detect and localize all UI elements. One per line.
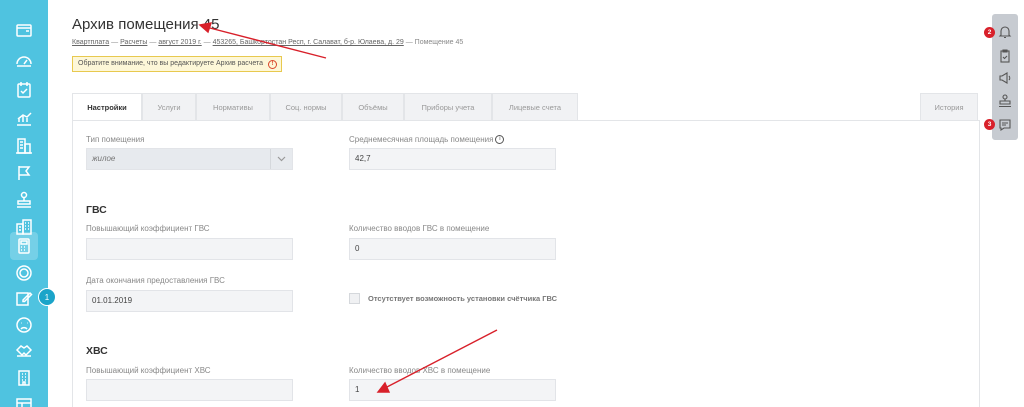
archive-warning: Обратите внимание, что вы редактируете А… [72,56,283,72]
sad-face-icon[interactable] [10,311,38,339]
avg-area-label-text: Среднемесячная площадь помещения [349,135,494,144]
hot-water-inputs-field[interactable]: 0 [349,238,556,260]
exclamation-icon: ! [268,60,278,69]
tab-meters[interactable]: Приборы учета [404,93,492,121]
breadcrumb-item[interactable]: Расчеты [120,39,147,46]
cold-water-coef-field[interactable] [86,379,293,401]
cold-water-inputs-label: Количество вводов ХВС в помещение [349,366,491,375]
calendar-check-icon[interactable] [10,76,38,104]
hot-water-coef-field[interactable] [86,238,293,260]
archive-warning-text: Обратите внимание, что вы редактируете А… [78,60,264,67]
cold-water-coef-label: Повышающий коэффициент ХВС [86,366,211,375]
handshake-icon[interactable] [10,337,38,365]
breadcrumb-separator: — [203,39,211,46]
left-sidebar: 1 [0,0,56,407]
tab-norms[interactable]: Нормативы [196,93,270,121]
chevron-down-icon [270,149,292,169]
office-icon[interactable] [10,364,38,392]
chart-icon[interactable] [10,104,38,132]
sidebar-notification-badge: 1 [38,288,56,306]
hot-water-end-date-field[interactable]: 01.01.2019 [86,290,293,312]
megaphone-icon[interactable] [998,71,1012,85]
tab-bar: Настройки Услуги Нормативы Соц. нормы Об… [72,93,980,121]
breadcrumb: Квартплата — Расчеты — август 2019 г. — … [72,39,463,46]
tab-social-norms[interactable]: Соц. нормы [270,93,342,121]
hot-water-end-date-label: Дата окончания предоставления ГВС [86,276,225,285]
section-cold-water: ХВС [86,345,108,357]
coin-icon[interactable] [10,259,38,287]
breadcrumb-item[interactable]: август 2019 г. [158,39,201,46]
tab-history[interactable]: История [920,93,978,121]
avg-area-label: Среднемесячная площадь помещения i [349,135,505,145]
no-meter-label: Отсутствует возможность установки счётчи… [368,294,558,303]
room-type-value: жилое [92,154,116,163]
room-type-select[interactable]: жилое [86,148,293,170]
no-meter-checkbox[interactable] [349,293,360,304]
section-hot-water: ГВС [86,204,107,216]
cold-water-inputs-field[interactable]: 1 [349,379,556,401]
breadcrumb-item[interactable]: 453265, Башкортостан Респ, г. Салават, б… [213,39,404,46]
tab-accounts[interactable]: Лицевые счета [492,93,578,121]
buildings-icon[interactable] [10,132,38,160]
right-toolbar [992,14,1018,140]
avg-area-field[interactable]: 42,7 [349,148,556,170]
breadcrumb-item[interactable]: Квартплата [72,39,109,46]
breadcrumb-current: Помещение 45 [414,39,464,46]
breadcrumb-separator: — [111,39,119,46]
hot-water-coef-label: Повышающий коэффициент ГВС [86,224,210,233]
page-title: Архив помещения 45 [72,16,220,33]
chat-icon[interactable] [998,118,1012,132]
calculator-icon[interactable] [10,232,38,260]
wallet-icon[interactable] [10,16,38,44]
gauge-icon[interactable] [10,46,38,74]
stamp-icon[interactable] [10,186,38,214]
messages-badge: 3 [984,119,995,130]
room-type-label: Тип помещения [86,135,145,144]
clipboard-icon[interactable] [998,49,1012,63]
hot-water-inputs-label: Количество вводов ГВС в помещение [349,224,490,233]
tab-settings[interactable]: Настройки [72,93,142,121]
tab-volumes[interactable]: Объёмы [342,93,404,121]
flag-icon[interactable] [10,159,38,187]
table-icon[interactable] [10,391,38,407]
breadcrumb-separator: — [405,39,413,46]
notifications-badge: 2 [984,27,995,38]
stamp-icon[interactable] [998,94,1012,108]
breadcrumb-separator: — [149,39,157,46]
info-icon[interactable]: i [495,135,505,145]
bell-icon[interactable] [998,25,1012,39]
tab-services[interactable]: Услуги [142,93,196,121]
edit-icon[interactable] [10,284,38,312]
